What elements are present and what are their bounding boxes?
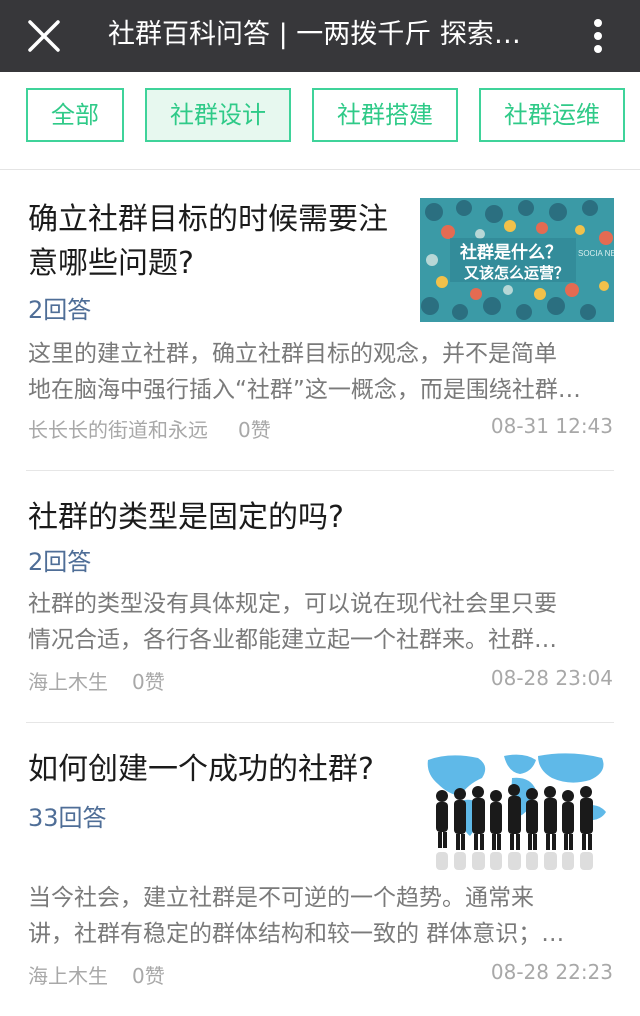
answer-count[interactable]: 2回答 (28, 542, 91, 577)
close-button[interactable] (22, 14, 66, 58)
question-item[interactable]: 如何创建一个成功的社群? 33回答 当今社会，建立社群是不可逆的一个趋势。通常来… (0, 724, 640, 1016)
question-title[interactable]: 确立社群目标的时候需要注 意哪些问题? (28, 198, 388, 286)
post-time: 08-31 12:43 (490, 414, 613, 438)
post-time: 08-28 22:23 (490, 960, 613, 984)
tab-community-building[interactable]: 社群搭建 (312, 88, 458, 142)
author-name[interactable]: 海上木生 (28, 960, 108, 989)
title-bar: 社群百科问答 | 一两拨千斤 探索社群运营之道 (0, 0, 640, 72)
question-excerpt: 社群的类型没有具体规定，可以说在现代社会里只要 情况合适，各行各业都能建立起一个… (28, 591, 557, 653)
answer-count[interactable]: 33回答 (28, 798, 107, 833)
author-name[interactable]: 长长长的街道和永远 (28, 414, 208, 443)
question-thumbnail: 社群是什么？ 又该怎么运营？ SOCIA NETWO (420, 198, 614, 322)
question-thumbnail (420, 750, 614, 874)
thumbnail-side-text: SOCIA NETWO (578, 249, 614, 258)
author-name[interactable]: 海上木生 (28, 666, 108, 695)
thumbnail-caption: 社群是什么？ (459, 242, 562, 262)
tab-community-operations[interactable]: 社群运维 (479, 88, 625, 142)
question-excerpt: 当今社会，建立社群是不可逆的一个趋势。通常来 讲，社群有稳定的群体结构和较一致的… (28, 885, 565, 947)
more-menu-button[interactable] (578, 12, 618, 60)
tab-all[interactable]: 全部 (26, 88, 124, 142)
like-count: 0赞 (238, 418, 271, 442)
question-item[interactable]: 确立社群目标的时候需要注 意哪些问题? 2回答 社群是什么？ 又该怎么运营？ S… (0, 170, 640, 470)
page-title: 社群百科问答 | 一两拨千斤 探索社群运营之道 (108, 19, 540, 50)
post-time: 08-28 23:04 (490, 666, 613, 690)
answer-count[interactable]: 2回答 (28, 290, 91, 325)
more-vertical-icon (594, 19, 602, 53)
close-icon (28, 20, 60, 52)
question-title[interactable]: 如何创建一个成功的社群? (28, 748, 374, 792)
like-count: 0赞 (132, 670, 165, 694)
thumbnail-caption: 又该怎么运营？ (464, 264, 569, 282)
like-count: 0赞 (132, 964, 165, 988)
category-tabs: 全部 社群设计 社群搭建 社群运维 (0, 72, 640, 170)
list-divider (26, 722, 614, 723)
question-title[interactable]: 社群的类型是固定的吗? (28, 496, 344, 540)
question-item[interactable]: 社群的类型是固定的吗? 2回答 社群的类型没有具体规定，可以说在现代社会里只要 … (0, 472, 640, 722)
question-excerpt: 这里的建立社群，确立社群目标的观念，并不是简单 地在脑海中强行插入“社群”这一概… (28, 341, 581, 403)
business-people-silhouettes (436, 784, 593, 834)
tab-community-design[interactable]: 社群设计 (145, 88, 291, 142)
list-divider (26, 470, 614, 471)
